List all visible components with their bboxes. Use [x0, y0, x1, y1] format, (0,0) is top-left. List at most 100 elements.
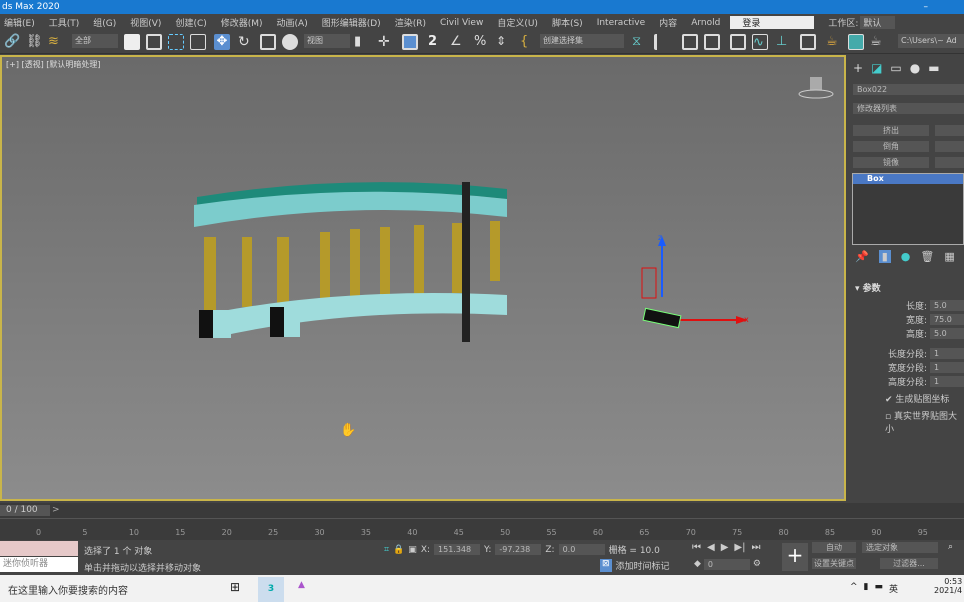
height-segs-spinner[interactable]: 1: [930, 375, 964, 387]
modifier-button[interactable]: [935, 125, 964, 136]
tray-icon[interactable]: ▮: [864, 582, 869, 595]
clock[interactable]: 0:53 2021/4: [934, 577, 962, 595]
bevel-button[interactable]: 倒角: [853, 141, 929, 152]
rotate-icon[interactable]: ↻: [238, 34, 254, 50]
gen-map-coords-checkbox[interactable]: ✔ 生成贴图坐标: [849, 388, 964, 405]
perspective-viewport[interactable]: [+] [透视] [默认明暗处理] z x ✋: [0, 55, 846, 501]
align-icon[interactable]: [654, 34, 670, 50]
curve-editor-icon[interactable]: ∿: [752, 34, 768, 50]
select-by-name-icon[interactable]: [146, 34, 162, 50]
stack-item-box[interactable]: Box: [853, 174, 963, 184]
minimize-button[interactable]: –: [924, 0, 929, 14]
track-bar[interactable]: 0 5 10 15 20 25 30 35 40 45 50 55 60 65 70 75 80 85 90 95: [0, 518, 964, 540]
login-dropdown[interactable]: 登录: [730, 16, 815, 29]
mini-listener[interactable]: 迷你侦听器: [0, 557, 78, 572]
width-segs-spinner[interactable]: 1: [930, 361, 964, 373]
play-icon[interactable]: ▶: [721, 542, 729, 553]
create-tab-icon[interactable]: +: [853, 61, 863, 75]
motion-tab-icon[interactable]: ●: [910, 61, 920, 75]
menu-arnold[interactable]: Arnold: [691, 18, 720, 28]
modify-tab-icon[interactable]: ◪: [871, 61, 882, 75]
menu-views[interactable]: 视图(V): [130, 16, 161, 29]
snap-toggle-icon[interactable]: 2: [428, 34, 444, 50]
layer-explorer-icon[interactable]: [704, 34, 720, 50]
menu-interactive[interactable]: Interactive: [597, 18, 645, 28]
z-coord-field[interactable]: 0.0: [558, 544, 605, 555]
tray-chevron-icon[interactable]: ^: [850, 582, 858, 595]
time-config-icon[interactable]: ⚙: [753, 559, 761, 570]
taskbar-search[interactable]: 在这里输入你要搜索的内容: [8, 582, 128, 597]
menu-graph-editors[interactable]: 图形编辑器(D): [322, 16, 381, 29]
bind-spacewarp-icon[interactable]: ≋: [48, 34, 64, 50]
object-name-field[interactable]: Box022: [853, 84, 964, 95]
goto-end-icon[interactable]: ⏭: [751, 542, 760, 553]
viewport-label[interactable]: [+] [透视] [默认明暗处理]: [6, 59, 101, 70]
angle-snap-icon[interactable]: ∠: [450, 34, 466, 50]
make-unique-icon[interactable]: ●: [901, 250, 911, 263]
mirror-button[interactable]: 镜像: [853, 157, 929, 168]
menu-scripting[interactable]: 脚本(S): [552, 16, 583, 29]
display-tab-icon[interactable]: ▬: [928, 61, 939, 75]
menu-civil-view[interactable]: Civil View: [440, 18, 483, 28]
ribbon-icon[interactable]: [730, 34, 746, 50]
select-move-icon[interactable]: ✥: [214, 34, 230, 50]
key-filter-dropdown[interactable]: 选定对象: [862, 542, 938, 553]
lock-icon[interactable]: 🔒: [393, 545, 404, 555]
3dsmax-taskbar-icon[interactable]: 3: [258, 577, 284, 602]
set-key-icon[interactable]: +: [782, 543, 808, 571]
material-editor-icon[interactable]: [800, 34, 816, 50]
zoom-icon[interactable]: ⌕: [948, 542, 953, 552]
configure-sets-icon[interactable]: ▦: [944, 250, 954, 263]
render-setup-icon[interactable]: ☕: [826, 34, 842, 50]
named-selection-dropdown[interactable]: 创建选择集: [540, 34, 624, 48]
menu-content[interactable]: 内容: [659, 16, 677, 29]
real-world-map-checkbox[interactable]: ▫ 真实世界贴图大小: [849, 405, 964, 435]
extrude-button[interactable]: 挤出: [853, 125, 929, 136]
length-spinner[interactable]: 5.0: [930, 299, 964, 311]
height-spinner[interactable]: 5.0: [930, 327, 964, 339]
unlink-icon[interactable]: ⛓: [26, 34, 43, 50]
pivot-icon[interactable]: ▮: [354, 34, 370, 50]
placement-icon[interactable]: [282, 34, 298, 50]
maxscript-input[interactable]: [0, 541, 78, 556]
pin-stack-icon[interactable]: 📌: [855, 250, 869, 263]
remove-modifier-icon[interactable]: 🗑: [920, 250, 934, 263]
schematic-view-icon[interactable]: ⊥: [776, 34, 792, 50]
menu-customize[interactable]: 自定义(U): [497, 16, 538, 29]
transform-gizmo[interactable]: z x: [632, 232, 762, 332]
select-manipulate-icon[interactable]: ✛: [378, 34, 394, 50]
workspace-dropdown[interactable]: 默认: [860, 16, 896, 29]
mirror-icon[interactable]: ⧖: [632, 34, 648, 50]
modifier-button[interactable]: [935, 141, 964, 152]
abs-mode-icon[interactable]: ▣: [408, 545, 417, 555]
menu-tools[interactable]: 工具(T): [49, 16, 80, 29]
next-frame-arrow[interactable]: >: [52, 505, 60, 515]
key-mode-icon[interactable]: ◆: [694, 559, 701, 570]
rendered-frame-icon[interactable]: [848, 34, 864, 50]
project-path[interactable]: C:\Users\~ Ad: [898, 34, 964, 48]
parameters-rollout[interactable]: ▾ 参数: [855, 281, 881, 294]
app-taskbar-icon[interactable]: ▲: [298, 580, 305, 590]
selection-filter-dropdown[interactable]: 全部: [72, 34, 118, 48]
window-crossing-icon[interactable]: [190, 34, 206, 50]
y-coord-field[interactable]: -97.238: [495, 544, 542, 555]
render-icon[interactable]: ☕: [870, 34, 886, 50]
percent-snap-icon[interactable]: %: [474, 34, 490, 50]
rect-selection-icon[interactable]: [168, 34, 184, 50]
scene-explorer-icon[interactable]: [682, 34, 698, 50]
length-segs-spinner[interactable]: 1: [930, 347, 964, 359]
ime-language[interactable]: 英: [889, 582, 898, 595]
time-tag-icon[interactable]: ⊠: [600, 559, 612, 572]
viewcube-icon[interactable]: [798, 75, 834, 101]
time-slider[interactable]: 0 / 100 >: [0, 503, 964, 518]
add-time-tag[interactable]: 添加时间标记: [616, 559, 670, 572]
prev-frame-icon[interactable]: ◀: [707, 542, 715, 553]
x-coord-field[interactable]: 151.348: [434, 544, 481, 555]
auto-key-button[interactable]: 自动: [812, 542, 856, 553]
goto-start-icon[interactable]: ⏮: [692, 542, 701, 553]
scale-icon[interactable]: [260, 34, 276, 50]
menu-group[interactable]: 组(G): [93, 16, 116, 29]
select-object-icon[interactable]: [124, 34, 140, 50]
key-filters-button[interactable]: 过滤器...: [880, 558, 938, 569]
edit-named-selection-icon[interactable]: {: [520, 34, 536, 50]
